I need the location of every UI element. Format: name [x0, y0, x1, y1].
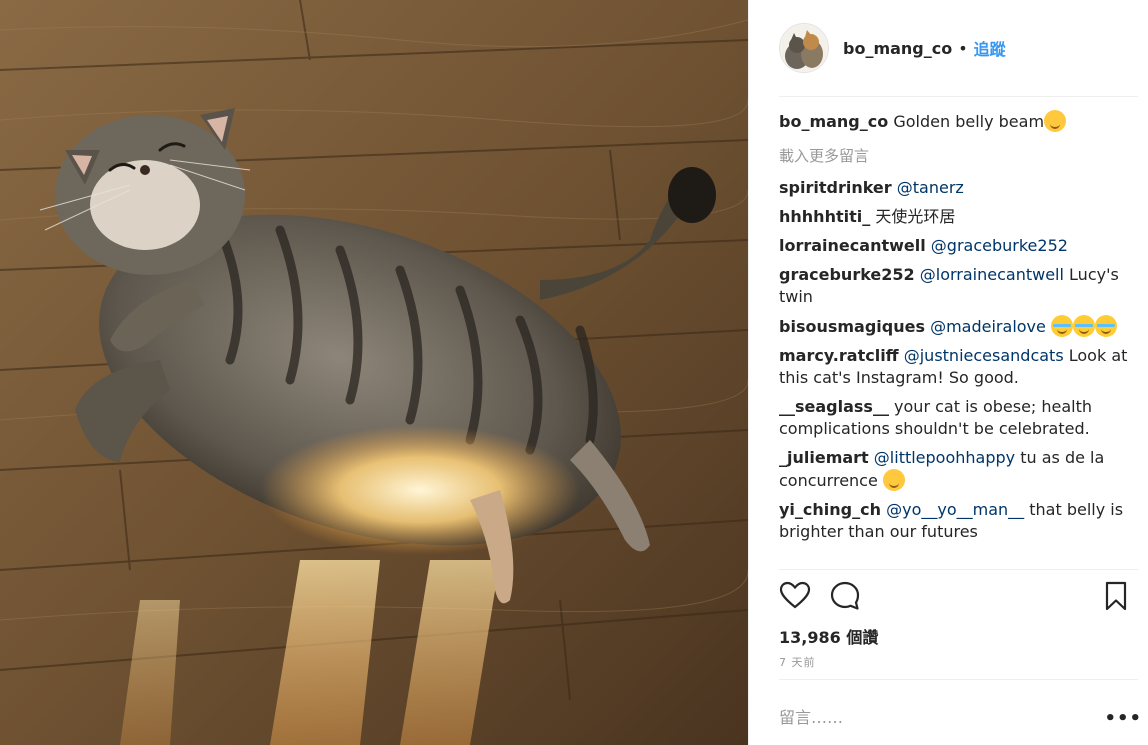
cat-on-wood-floor-image — [0, 0, 748, 745]
post-timestamp: 7 天前 — [779, 656, 816, 669]
comment-item: __seaglass__ your cat is obese; health c… — [779, 396, 1134, 440]
tears-of-joy-emoji-icon — [1094, 315, 1117, 337]
post-header: bo_mang_co • 追蹤 — [779, 20, 1138, 76]
like-button[interactable] — [779, 580, 813, 614]
comment-username[interactable]: _juliemart — [779, 448, 869, 467]
comment-text: 天使光环居 — [875, 207, 956, 226]
comment-mention[interactable]: @madeiralove — [930, 317, 1046, 336]
comment-username[interactable]: hhhhhtiti_ — [779, 207, 870, 226]
comment-mention[interactable]: @lorrainecantwell — [920, 265, 1064, 284]
bookmark-icon — [1105, 581, 1127, 611]
caption: bo_mang_co Golden belly beam — [779, 110, 1134, 133]
comment-username[interactable]: yi_ching_ch — [779, 500, 881, 519]
actions-divider — [779, 569, 1138, 570]
add-comment-input[interactable]: 留言…… — [779, 704, 1099, 728]
comment-mention[interactable]: @littlepoohhappy — [874, 448, 1015, 467]
comment-item: marcy.ratcliff @justniecesandcats Look a… — [779, 345, 1134, 389]
comment-box-divider — [779, 679, 1138, 680]
tears-of-joy-emoji-icon — [1072, 315, 1095, 337]
heart-icon — [779, 581, 811, 609]
comment-username[interactable]: lorrainecantwell — [779, 236, 926, 255]
likes-count[interactable]: 13,986 個讚 — [779, 624, 878, 648]
comment-mention[interactable]: @justniecesandcats — [904, 346, 1064, 365]
owner-username[interactable]: bo_mang_co — [843, 39, 952, 58]
header-separator: • — [958, 38, 968, 58]
more-options-button[interactable]: ••• — [1104, 708, 1142, 729]
cats-avatar-icon — [780, 24, 828, 72]
comment-username[interactable]: graceburke252 — [779, 265, 915, 284]
comments-list: bo_mang_co Golden belly beam 載入更多留言 spir… — [779, 110, 1134, 543]
caption-text: Golden belly beam — [893, 112, 1045, 131]
header-divider — [779, 96, 1138, 97]
comment-item: spiritdrinker @tanerz — [779, 177, 1134, 199]
comment-item: yi_ching_ch @yo__yo__man__ that belly is… — [779, 499, 1134, 543]
comment-username[interactable]: bisousmagiques — [779, 317, 925, 336]
save-button[interactable] — [1100, 580, 1134, 614]
comment-username[interactable]: __seaglass__ — [779, 397, 889, 416]
comment-mention[interactable]: @graceburke252 — [931, 236, 1068, 255]
comment-item: _juliemart @littlepoohhappy tu as de la … — [779, 447, 1134, 492]
comment-item: hhhhhtiti_ 天使光环居 — [779, 206, 1134, 228]
post-side-panel: bo_mang_co • 追蹤 bo_mang_co Golden belly … — [748, 0, 1148, 745]
tears-of-joy-emoji-icon — [1050, 315, 1073, 337]
caption-username[interactable]: bo_mang_co — [779, 112, 888, 131]
post-actions — [779, 580, 1134, 616]
owner-avatar[interactable] — [779, 23, 829, 73]
comment-item: graceburke252 @lorrainecantwell Lucy's t… — [779, 264, 1134, 308]
comment-username[interactable]: spiritdrinker — [779, 178, 892, 197]
speech-bubble-icon — [830, 581, 860, 610]
follow-button[interactable]: 追蹤 — [974, 36, 1006, 60]
instagram-post-view: bo_mang_co • 追蹤 bo_mang_co Golden belly … — [0, 0, 1148, 745]
comment-mention[interactable]: @yo__yo__man__ — [886, 500, 1024, 519]
comment-item: bisousmagiques @madeiralove — [779, 315, 1134, 338]
comment-button[interactable] — [829, 580, 863, 614]
comment-username[interactable]: marcy.ratcliff — [779, 346, 899, 365]
smirking-face-emoji-icon — [882, 469, 905, 491]
comment-mention[interactable]: @tanerz — [897, 178, 964, 197]
kissing-face-emoji-icon — [1044, 110, 1067, 132]
comment-item: lorrainecantwell @graceburke252 — [779, 235, 1134, 257]
post-photo[interactable] — [0, 0, 748, 745]
load-more-comments-link[interactable]: 載入更多留言 — [779, 145, 1134, 167]
